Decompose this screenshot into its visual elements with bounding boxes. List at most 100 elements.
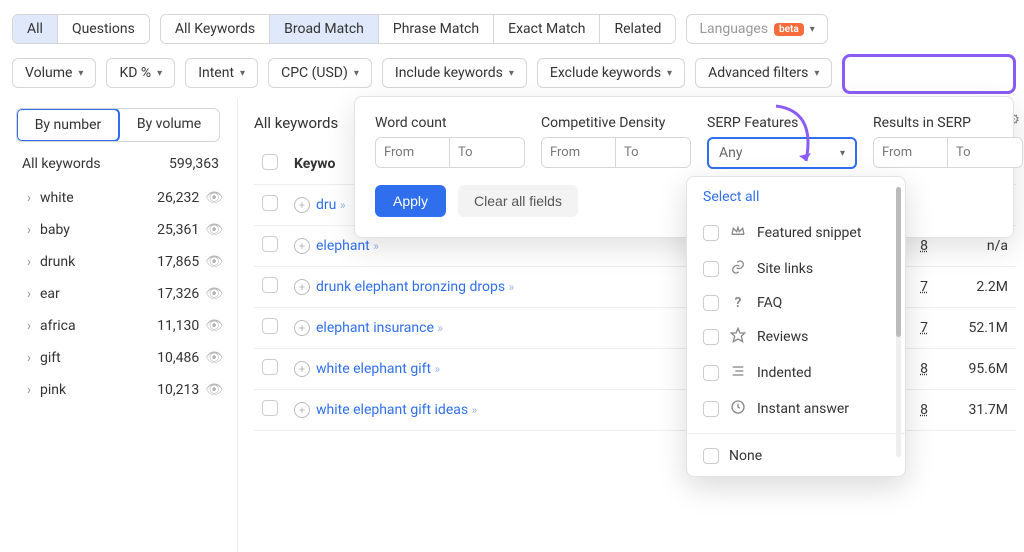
option-site-links[interactable]: Site links <box>699 251 893 287</box>
tab-by-volume[interactable]: By volume <box>119 109 219 141</box>
checkbox[interactable] <box>703 225 719 241</box>
filter-intent[interactable]: Intent▾ <box>185 58 258 88</box>
group-name: africa <box>36 318 157 334</box>
open-icon[interactable]: » <box>472 403 478 417</box>
option-indented[interactable]: Indented <box>699 355 893 391</box>
checkbox[interactable] <box>703 261 719 277</box>
serp-features-select[interactable]: Any ▾ <box>707 137 857 169</box>
results-to[interactable]: To <box>948 138 1022 167</box>
keyword-link[interactable]: white elephant gift <box>316 361 431 377</box>
keyword-link[interactable]: elephant <box>316 238 370 254</box>
eye-icon[interactable]: 👁 <box>205 318 223 334</box>
filter-cpc[interactable]: CPC (USD)▾ <box>268 58 372 88</box>
wordcount-from[interactable]: From <box>376 138 450 167</box>
eye-icon[interactable]: 👁 <box>205 350 223 366</box>
results-from[interactable]: From <box>874 138 948 167</box>
cell-c3: 95.6M <box>936 349 1016 390</box>
open-icon[interactable]: » <box>437 321 443 335</box>
keyword-link[interactable]: drunk elephant bronzing drops <box>316 279 505 295</box>
add-icon[interactable]: + <box>294 197 310 213</box>
row-checkbox[interactable] <box>262 318 278 334</box>
option-label: Featured snippet <box>757 225 861 241</box>
add-icon[interactable]: + <box>294 279 310 295</box>
row-checkbox[interactable] <box>262 236 278 252</box>
indent-icon <box>729 363 747 383</box>
option-label: None <box>729 448 762 464</box>
sidebar-item-drunk[interactable]: ›drunk17,865👁 <box>18 246 227 278</box>
tab-broad-match[interactable]: Broad Match <box>270 15 379 43</box>
filter-include-keywords[interactable]: Include keywords▾ <box>382 58 527 88</box>
sidebar-item-africa[interactable]: ›africa11,130👁 <box>18 310 227 342</box>
sidebar-item-gift[interactable]: ›gift10,486👁 <box>18 342 227 374</box>
add-icon[interactable]: + <box>294 320 310 336</box>
tab-exact-match[interactable]: Exact Match <box>494 15 600 43</box>
checkbox[interactable] <box>703 448 719 464</box>
tab-phrase-match[interactable]: Phrase Match <box>379 15 494 43</box>
filter-kd[interactable]: KD %▾ <box>106 58 175 88</box>
checkbox[interactable] <box>703 295 719 311</box>
open-icon[interactable]: » <box>373 239 379 253</box>
density-from[interactable]: From <box>542 138 616 167</box>
tab-questions[interactable]: Questions <box>58 15 149 43</box>
checkbox[interactable] <box>703 401 719 417</box>
tab-all[interactable]: All <box>13 15 58 43</box>
option-featured-snippet[interactable]: Featured snippet <box>699 215 893 251</box>
eye-icon[interactable]: 👁 <box>205 382 223 398</box>
sidebar-item-baby[interactable]: ›baby25,361👁 <box>18 214 227 246</box>
filter-advanced[interactable]: Advanced filters▾ <box>695 58 832 88</box>
row-checkbox[interactable] <box>262 400 278 416</box>
label-word-count: Word count <box>375 115 525 137</box>
group-name: pink <box>36 382 157 398</box>
tab-all-keywords[interactable]: All Keywords <box>161 15 270 43</box>
sidebar-item-white[interactable]: ›white26,232👁 <box>18 182 227 214</box>
option-none[interactable]: None <box>699 440 893 472</box>
add-icon[interactable]: + <box>294 238 310 254</box>
row-checkbox[interactable] <box>262 359 278 375</box>
open-icon[interactable]: » <box>509 280 515 294</box>
option-label: Site links <box>757 261 813 277</box>
wordcount-range: From To <box>375 137 525 168</box>
eye-icon[interactable]: 👁 <box>205 190 223 206</box>
sidebar-item-pink[interactable]: ›pink10,213👁 <box>18 374 227 406</box>
checkbox[interactable] <box>703 365 719 381</box>
serp-features-dropdown: Select all Featured snippet Site links ?FA… <box>686 176 906 477</box>
open-icon[interactable]: » <box>435 362 441 376</box>
tab-by-number[interactable]: By number <box>16 108 120 142</box>
checkbox[interactable] <box>703 329 719 345</box>
languages-dropdown[interactable]: Languages beta ▾ <box>686 14 827 44</box>
select-all-checkbox[interactable] <box>262 154 278 170</box>
tab-related[interactable]: Related <box>600 15 675 43</box>
results-range: From To <box>873 137 1023 168</box>
add-icon[interactable]: + <box>294 402 310 418</box>
keyword-link[interactable]: elephant insurance <box>316 320 434 336</box>
instant-icon <box>729 399 747 419</box>
filter-exclude-keywords[interactable]: Exclude keywords▾ <box>537 58 685 88</box>
sidebar-item-ear[interactable]: ›ear17,326👁 <box>18 278 227 310</box>
add-icon[interactable]: + <box>294 361 310 377</box>
filters-row: Volume▾ KD %▾ Intent▾ CPC (USD)▾ Include… <box>0 54 1024 98</box>
group-count: 10,213 <box>157 382 205 398</box>
select-all-link[interactable]: Select all <box>699 187 893 215</box>
eye-icon[interactable]: 👁 <box>205 254 223 270</box>
option-label: Instant answer <box>757 401 849 417</box>
keyword-link[interactable]: dru <box>316 197 336 213</box>
dropdown-scrollbar[interactable] <box>896 187 901 457</box>
row-checkbox[interactable] <box>262 277 278 293</box>
open-icon[interactable]: » <box>340 198 346 212</box>
filter-volume[interactable]: Volume▾ <box>12 58 96 88</box>
clear-all-button[interactable]: Clear all fields <box>458 185 578 217</box>
option-reviews[interactable]: Reviews <box>699 319 893 355</box>
row-checkbox[interactable] <box>262 195 278 211</box>
apply-button[interactable]: Apply <box>375 185 446 217</box>
option-faq[interactable]: ?FAQ <box>699 287 893 319</box>
keyword-link[interactable]: white elephant gift ideas <box>316 402 468 418</box>
density-to[interactable]: To <box>616 138 690 167</box>
wordcount-to[interactable]: To <box>450 138 524 167</box>
label-competitive-density: Competitive Density <box>541 115 691 137</box>
all-keywords-row[interactable]: All keywords 599,363 <box>16 142 227 182</box>
chevron-down-icon: ▾ <box>814 68 819 79</box>
option-instant-answer[interactable]: Instant answer <box>699 391 893 427</box>
languages-label: Languages <box>699 21 768 37</box>
eye-icon[interactable]: 👁 <box>205 286 223 302</box>
eye-icon[interactable]: 👁 <box>205 222 223 238</box>
